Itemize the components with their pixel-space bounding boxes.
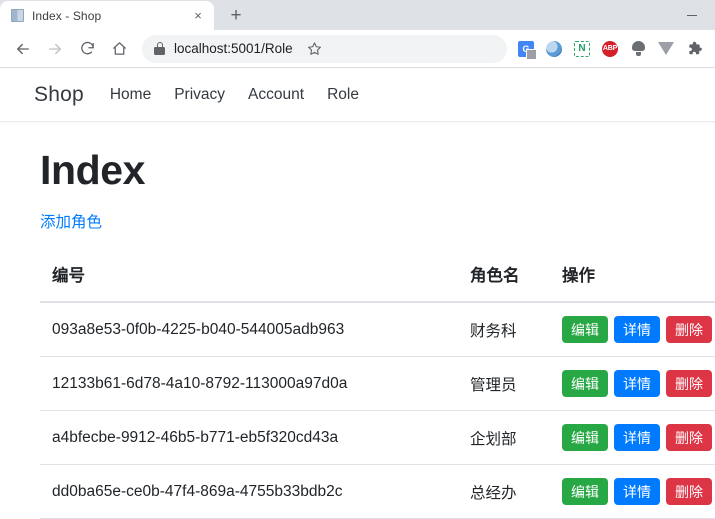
edit-button[interactable]: 编辑 xyxy=(562,316,608,344)
home-icon[interactable] xyxy=(104,34,134,64)
address-bar[interactable]: localhost:5001/Role xyxy=(142,34,507,63)
cell-role-name: 财务科 xyxy=(458,302,550,358)
cell-actions: 编辑 详情 删除 xyxy=(550,464,715,519)
cell-role-name: 企划部 xyxy=(458,410,550,466)
reload-icon[interactable] xyxy=(72,34,102,64)
extension-icons: G N ABP xyxy=(513,36,707,62)
browser-tab[interactable]: Index - Shop × xyxy=(0,1,214,30)
browser-chrome: Index - Shop × + localhost:5001/Role G N… xyxy=(0,0,715,68)
book-favicon xyxy=(10,8,25,23)
column-header-name: 角色名 xyxy=(458,252,550,304)
edit-button[interactable]: 编辑 xyxy=(562,478,608,506)
back-icon[interactable] xyxy=(8,34,38,64)
detail-button[interactable]: 详情 xyxy=(614,424,660,452)
detail-button[interactable]: 详情 xyxy=(614,478,660,506)
detail-button[interactable]: 详情 xyxy=(614,370,660,398)
cell-role-name: 总经办 xyxy=(458,464,550,519)
role-table: 编号 角色名 操作 093a8e53-0f0b-4225-b040-544005… xyxy=(40,252,715,519)
action-button-group: 编辑 详情 删除 xyxy=(562,424,712,452)
blue-circle-extension-icon[interactable] xyxy=(541,36,567,62)
delete-button[interactable]: 删除 xyxy=(666,316,712,344)
notion-clipper-icon[interactable]: N xyxy=(569,36,595,62)
new-tab-button[interactable]: + xyxy=(222,1,250,29)
delete-button[interactable]: 删除 xyxy=(666,478,712,506)
nav-item-account[interactable]: Account xyxy=(248,86,304,104)
table-row: 12133b61-6d78-4a10-8792-113000a97d0a 管理员编… xyxy=(40,356,715,412)
nav-item-home[interactable]: Home xyxy=(110,86,151,104)
action-button-group: 编辑 详情 删除 xyxy=(562,316,712,344)
forward-icon[interactable] xyxy=(40,34,70,64)
add-role-link[interactable]: 添加角色 xyxy=(40,210,102,232)
cell-role-id: dd0ba65e-ce0b-47f4-869a-4755b33bdb2c xyxy=(40,464,458,519)
table-body: 093a8e53-0f0b-4225-b040-544005adb963 财务科编… xyxy=(40,302,715,519)
delete-button[interactable]: 删除 xyxy=(666,370,712,398)
bookmark-star-icon[interactable] xyxy=(302,36,328,62)
page-container: Index 添加角色 编号 角色名 操作 093a8e53-0f0b-4225-… xyxy=(0,147,715,519)
extensions-puzzle-icon[interactable] xyxy=(681,36,707,62)
browser-toolbar: localhost:5001/Role G N ABP xyxy=(0,30,715,68)
cell-role-name: 管理员 xyxy=(458,356,550,412)
table-header-row: 编号 角色名 操作 xyxy=(40,252,715,304)
adblock-plus-icon[interactable]: ABP xyxy=(597,36,623,62)
edit-button[interactable]: 编辑 xyxy=(562,424,608,452)
cell-role-id: a4bfecbe-9912-46b5-b771-eb5f320cd43a xyxy=(40,410,458,466)
lamp-extension-icon[interactable] xyxy=(625,36,651,62)
brand-link[interactable]: Shop xyxy=(34,83,84,107)
url-text: localhost:5001/Role xyxy=(174,41,293,56)
v-extension-icon[interactable] xyxy=(653,36,679,62)
window-controls xyxy=(669,0,715,30)
table-row: dd0ba65e-ce0b-47f4-869a-4755b33bdb2c 总经办编… xyxy=(40,464,715,519)
cell-actions: 编辑 详情 删除 xyxy=(550,356,715,412)
lock-icon xyxy=(154,42,165,55)
table-row: a4bfecbe-9912-46b5-b771-eb5f320cd43a 企划部编… xyxy=(40,410,715,466)
cell-actions: 编辑 详情 删除 xyxy=(550,410,715,466)
page-title: Index xyxy=(40,147,146,193)
edit-button[interactable]: 编辑 xyxy=(562,370,608,398)
cell-actions: 编辑 详情 删除 xyxy=(550,302,715,358)
google-translate-icon[interactable]: G xyxy=(513,36,539,62)
nav-links: Home Privacy Account Role xyxy=(110,86,359,104)
minimize-button[interactable] xyxy=(669,0,715,30)
nav-item-privacy[interactable]: Privacy xyxy=(174,86,225,104)
delete-button[interactable]: 删除 xyxy=(666,424,712,452)
tab-strip: Index - Shop × + xyxy=(0,0,715,30)
nav-item-role[interactable]: Role xyxy=(327,86,359,104)
tab-title: Index - Shop xyxy=(32,8,102,23)
detail-button[interactable]: 详情 xyxy=(614,316,660,344)
site-navbar: Shop Home Privacy Account Role xyxy=(0,68,715,122)
action-button-group: 编辑 详情 删除 xyxy=(562,370,712,398)
table-row: 093a8e53-0f0b-4225-b040-544005adb963 财务科编… xyxy=(40,302,715,358)
cell-role-id: 093a8e53-0f0b-4225-b040-544005adb963 xyxy=(40,302,458,358)
cell-role-id: 12133b61-6d78-4a10-8792-113000a97d0a xyxy=(40,356,458,412)
close-icon[interactable]: × xyxy=(190,8,206,24)
table-head: 编号 角色名 操作 xyxy=(40,252,715,304)
column-header-actions: 操作 xyxy=(550,252,715,304)
action-button-group: 编辑 详情 删除 xyxy=(562,478,712,506)
page-viewport: Shop Home Privacy Account Role Index 添加角… xyxy=(0,68,715,519)
column-header-id: 编号 xyxy=(40,252,458,304)
